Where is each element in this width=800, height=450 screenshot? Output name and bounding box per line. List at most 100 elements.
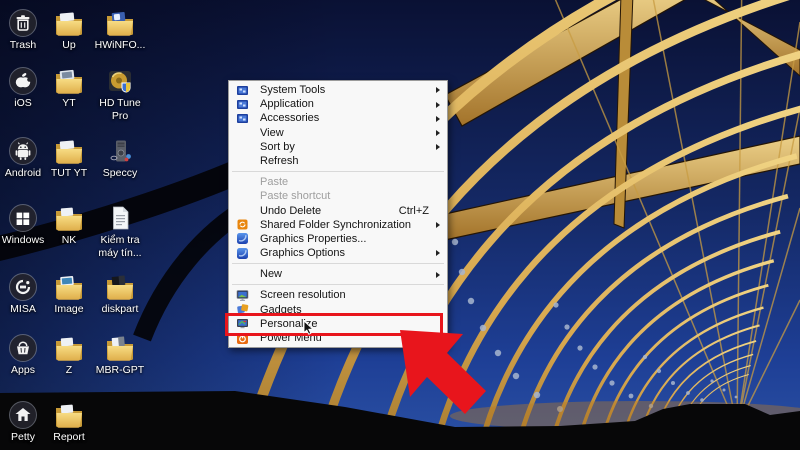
icon-label: Android <box>4 167 42 179</box>
desktop-icon-hd-tune-pro[interactable]: HD Tune Pro <box>91 66 149 122</box>
menu-item-label: Undo Delete <box>260 204 322 217</box>
desktop-icon-apps[interactable]: Apps <box>0 333 49 377</box>
icon-label: HWiNFO... <box>94 39 146 51</box>
context-menu: System Tools Application Accessories Vie… <box>228 80 448 349</box>
folder-icon <box>56 207 82 231</box>
submenu-arrow-icon <box>436 87 440 94</box>
icon-label: Kiểm tra máy tín... <box>98 234 142 259</box>
folder-icon <box>107 336 133 361</box>
menu-item-label: Accessories <box>260 112 320 125</box>
desktop-icon-up[interactable]: Up <box>43 8 95 52</box>
android-icon <box>9 137 37 165</box>
apple-icon <box>9 67 37 95</box>
menu-item-label: View <box>260 126 284 139</box>
submenu-arrow-icon <box>436 129 440 136</box>
desktop-icon-kiem-tra[interactable]: Kiểm tra máy tín... <box>91 203 149 259</box>
desktop-icon-diskpart[interactable]: diskpart <box>91 272 149 316</box>
submenu-arrow-icon <box>436 101 440 108</box>
menu-item-label: Screen resolution <box>260 289 346 302</box>
misa-icon <box>9 273 37 301</box>
menu-item-undo-delete[interactable]: Undo Delete Ctrl+Z <box>230 204 446 218</box>
menu-item-graphics-properties[interactable]: Graphics Properties... <box>230 232 446 246</box>
icon-label: MISA <box>10 303 36 315</box>
icon-label: Windows <box>1 234 45 246</box>
icon-label: diskpart <box>101 303 139 315</box>
icon-label: NK <box>61 234 77 246</box>
menu-item-sort-by[interactable]: Sort by <box>230 140 446 154</box>
icon-label: Trash <box>9 39 37 51</box>
menu-item-paste[interactable]: Paste <box>230 175 446 189</box>
desktop: Trash Up HWiNFO... iOS YT HD Tune Pro An… <box>0 0 800 450</box>
menu-separator <box>232 263 444 265</box>
desktop-icon-z[interactable]: Z <box>43 333 95 377</box>
menu-item-label: Graphics Options <box>260 247 345 260</box>
icon-label: Z <box>65 364 73 376</box>
folder-icon <box>56 12 82 36</box>
desktop-icon-speccy[interactable]: Speccy <box>91 136 149 180</box>
icon-label: Apps <box>11 364 35 376</box>
icon-label: MBR-GPT <box>95 364 145 376</box>
desktop-icon-hwinfo[interactable]: HWiNFO... <box>91 8 149 52</box>
menu-item-system-tools[interactable]: System Tools <box>230 83 446 97</box>
windows-logo-icon <box>9 204 37 232</box>
document-icon <box>113 206 129 230</box>
sync-icon <box>236 218 249 231</box>
menu-item-view[interactable]: View <box>230 126 446 140</box>
folder-icon <box>107 11 133 36</box>
graphics-icon <box>236 232 249 245</box>
desktop-icon-image[interactable]: Image <box>43 272 95 316</box>
desktop-icon-android[interactable]: Android <box>0 136 49 180</box>
menu-item-new[interactable]: New <box>230 267 446 281</box>
menu-item-label: Graphics Properties... <box>260 232 367 245</box>
folder-icon <box>56 404 82 428</box>
folder-icon <box>56 69 82 94</box>
desktop-icon-nk[interactable]: NK <box>43 203 95 247</box>
menu-item-shared-folder-synchronization[interactable]: Shared Folder Synchronization <box>230 218 446 232</box>
basket-icon <box>9 334 37 362</box>
desktop-icon-ios[interactable]: iOS <box>0 66 49 110</box>
hd-tune-icon <box>109 71 131 93</box>
menu-item-label: Paste shortcut <box>260 190 331 203</box>
menu-item-label: Paste <box>260 176 289 189</box>
folder-icon <box>56 276 82 300</box>
menu-item-application[interactable]: Application <box>230 97 446 111</box>
pc-tower-icon <box>110 140 131 162</box>
submenu-arrow-icon <box>436 222 440 229</box>
menu-item-shortcut: Ctrl+Z <box>398 204 429 217</box>
menu-item-graphics-options[interactable]: Graphics Options <box>230 246 446 260</box>
menu-item-label: Refresh <box>260 154 299 167</box>
desktop-icon-windows[interactable]: Windows <box>0 203 49 247</box>
menu-item-label: Shared Folder Synchronization <box>260 218 412 231</box>
icon-label: HD Tune Pro <box>99 97 141 122</box>
screen-resolution-icon <box>236 289 249 302</box>
submenu-arrow-icon <box>436 271 440 278</box>
desktop-icon-report[interactable]: Report <box>43 400 95 444</box>
icon-label: Up <box>62 39 76 51</box>
icon-label: YT <box>62 97 76 109</box>
program-group-icon <box>236 112 249 125</box>
desktop-icon-yt[interactable]: YT <box>43 66 95 110</box>
menu-item-label: New <box>260 268 283 281</box>
menu-item-paste-shortcut[interactable]: Paste shortcut <box>230 189 446 203</box>
icon-label: Image <box>54 303 84 315</box>
mouse-cursor <box>303 320 314 335</box>
folder-icon <box>56 140 82 164</box>
trash-icon <box>9 9 37 37</box>
desktop-icon-mbr-gpt[interactable]: MBR-GPT <box>91 333 149 377</box>
graphics-icon <box>236 247 249 260</box>
menu-item-refresh[interactable]: Refresh <box>230 154 446 168</box>
menu-item-accessories[interactable]: Accessories <box>230 111 446 125</box>
icon-label: TUT YT <box>50 167 88 179</box>
menu-item-screen-resolution[interactable]: Screen resolution <box>230 288 446 302</box>
desktop-icon-misa[interactable]: MISA <box>0 272 49 316</box>
icon-label: Report <box>53 431 85 443</box>
icon-label: Speccy <box>102 167 138 179</box>
menu-separator <box>232 171 444 173</box>
desktop-icon-tut-yt[interactable]: TUT YT <box>43 136 95 180</box>
menu-item-label: System Tools <box>260 84 326 96</box>
folder-icon <box>107 275 133 300</box>
desktop-icon-trash[interactable]: Trash <box>0 8 49 52</box>
submenu-arrow-icon <box>436 115 440 122</box>
menu-item-label: Application <box>260 98 314 111</box>
desktop-icon-petty[interactable]: Petty <box>0 400 49 444</box>
